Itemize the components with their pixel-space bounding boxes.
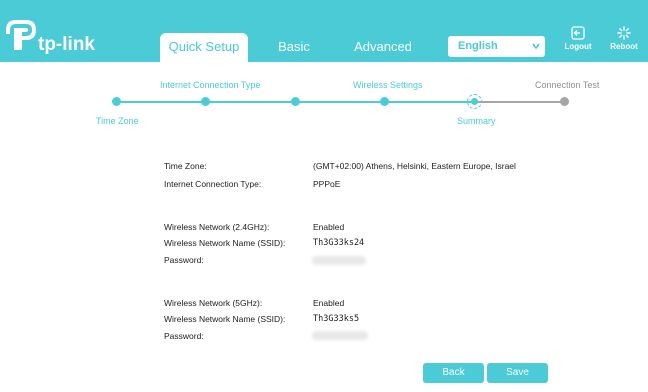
step-label-internet-connection: Internet Connection Type bbox=[160, 80, 261, 90]
step-label-wireless: Wireless Settings bbox=[353, 80, 423, 90]
reboot-button[interactable]: Reboot bbox=[607, 26, 641, 56]
time-zone-label: Time Zone: bbox=[164, 161, 207, 171]
wireless-5-label: Wireless Network (5GHz): bbox=[164, 298, 263, 308]
tab-basic-label: Basic bbox=[278, 39, 310, 54]
step-label-connection-test: Connection Test bbox=[535, 80, 600, 90]
ssid-24-value: Th3G33ks24 bbox=[313, 238, 365, 248]
password-24-redacted bbox=[312, 256, 366, 265]
ssid-24-label: Wireless Network Name (SSID): bbox=[164, 238, 286, 248]
chevron-down-icon bbox=[531, 36, 541, 65]
wireless-24-value: Enabled bbox=[313, 222, 345, 232]
password-5-label: Password: bbox=[164, 331, 204, 341]
language-select-value: English bbox=[458, 40, 498, 52]
tab-basic[interactable]: Basic bbox=[266, 33, 322, 62]
back-button[interactable]: Back bbox=[423, 363, 484, 383]
save-button-label: Save bbox=[506, 367, 529, 378]
ssid-5-value: Th3G33ks5 bbox=[313, 314, 360, 324]
wireless-24-label: Wireless Network (2.4GHz): bbox=[164, 222, 270, 232]
step-dot-time-zone bbox=[112, 97, 121, 106]
step-label-summary: Summary bbox=[457, 116, 496, 126]
step-label-time-zone: Time Zone bbox=[96, 116, 139, 126]
logout-label: Logout bbox=[564, 42, 592, 51]
password-24-label: Password: bbox=[164, 255, 204, 265]
tab-quick-setup[interactable]: Quick Setup bbox=[160, 33, 248, 62]
progress-line-pending bbox=[474, 101, 564, 103]
save-button[interactable]: Save bbox=[487, 363, 548, 383]
step-dot-intermediate bbox=[291, 97, 300, 106]
tab-quick-setup-label: Quick Setup bbox=[168, 39, 240, 54]
connection-type-label: Internet Connection Type: bbox=[164, 179, 262, 189]
brand-name: tp-link bbox=[38, 34, 95, 55]
back-button-label: Back bbox=[442, 367, 465, 378]
logout-button[interactable]: Logout bbox=[561, 26, 595, 56]
logout-icon bbox=[571, 26, 585, 40]
language-select[interactable]: English bbox=[448, 36, 545, 57]
step-dot-connection-test bbox=[560, 97, 569, 106]
step-dot-summary bbox=[467, 94, 482, 109]
step-dot-wireless bbox=[380, 97, 389, 106]
password-5-redacted bbox=[312, 331, 368, 340]
ssid-5-label: Wireless Network Name (SSID): bbox=[164, 314, 286, 324]
tab-advanced[interactable]: Advanced bbox=[348, 33, 418, 62]
reboot-label: Reboot bbox=[610, 42, 638, 51]
time-zone-value: (GMT+02:00) Athens, Helsinki, Eastern Eu… bbox=[313, 161, 516, 171]
connection-type-value: PPPoE bbox=[313, 179, 341, 189]
top-header: tp-link Quick Setup Basic Advanced Engli… bbox=[0, 0, 648, 62]
step-dot-internet-connection bbox=[201, 97, 210, 106]
tp-link-logo-icon bbox=[6, 20, 36, 50]
reboot-icon bbox=[617, 26, 631, 40]
tab-advanced-label: Advanced bbox=[354, 39, 412, 54]
wireless-5-value: Enabled bbox=[313, 298, 345, 308]
tp-link-logo: tp-link bbox=[0, 14, 130, 55]
